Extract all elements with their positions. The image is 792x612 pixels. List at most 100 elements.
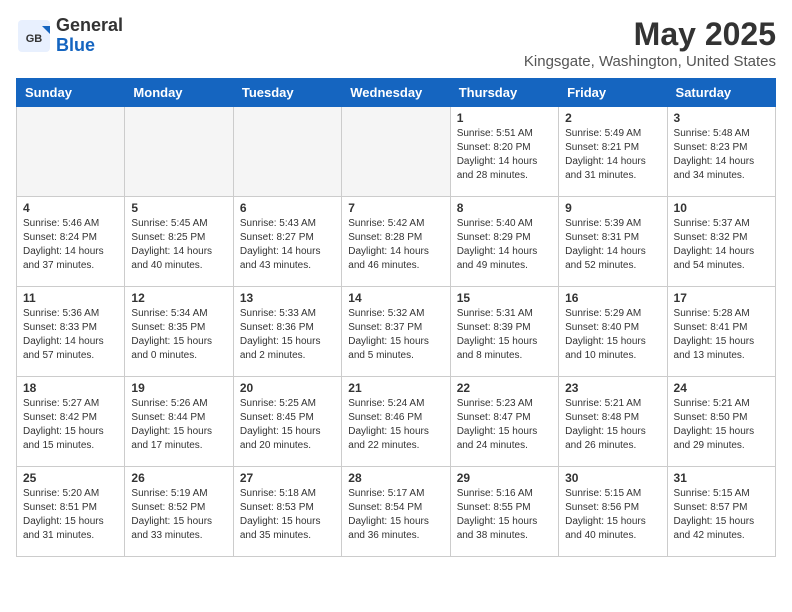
day-number: 25 bbox=[23, 471, 118, 485]
header-thursday: Thursday bbox=[450, 79, 558, 107]
day-info: Sunrise: 5:36 AM Sunset: 8:33 PM Dayligh… bbox=[23, 307, 118, 363]
table-row: 21 Sunrise: 5:24 AM Sunset: 8:46 PM Dayli… bbox=[342, 377, 450, 467]
table-row: 30Sunrise: 5:15 AM Sunset: 8:56 PM Dayli… bbox=[559, 467, 667, 557]
calendar-header-row: Sunday Monday Tuesday Wednesday Thursday… bbox=[17, 79, 776, 107]
header-monday: Monday bbox=[125, 79, 233, 107]
calendar-week-1: 1 Sunrise: 5:51 AM Sunset: 8:20 PM Daylig… bbox=[17, 107, 776, 197]
calendar-week-3: 11Sunrise: 5:36 AM Sunset: 8:33 PM Dayli… bbox=[17, 287, 776, 377]
table-row: 13 Sunrise: 5:33 AM Sunset: 8:36 PM Dayli… bbox=[233, 287, 341, 377]
table-row: 7Sunrise: 5:42 AM Sunset: 8:28 PM Daylig… bbox=[342, 197, 450, 287]
table-row: 26 Sunrise: 5:19 AM Sunset: 8:52 PM Dayli… bbox=[125, 467, 233, 557]
day-info: Sunrise: 5:48 AM Sunset: 8:23 PM Dayligh… bbox=[674, 127, 769, 183]
day-info: Sunrise: 5:37 AM Sunset: 8:32 PM Dayligh… bbox=[674, 217, 769, 273]
day-number: 21 bbox=[348, 381, 443, 395]
day-info: Sunrise: 5:43 AM Sunset: 8:27 PM Dayligh… bbox=[240, 217, 335, 273]
calendar-week-2: 4Sunrise: 5:46 AM Sunset: 8:24 PM Daylig… bbox=[17, 197, 776, 287]
day-number: 15 bbox=[457, 291, 552, 305]
day-info: Sunrise: 5:17 AM Sunset: 8:54 PM Dayligh… bbox=[348, 487, 443, 543]
table-row: 15 Sunrise: 5:31 AM Sunset: 8:39 PM Dayli… bbox=[450, 287, 558, 377]
day-info: Sunrise: 5:21 AM Sunset: 8:48 PM Dayligh… bbox=[565, 397, 660, 453]
page-header: GB General Blue May 2025 Kingsgate, Wash… bbox=[16, 16, 776, 70]
table-row: 24 Sunrise: 5:21 AM Sunset: 8:50 PM Dayli… bbox=[667, 377, 775, 467]
logo-icon: GB bbox=[16, 18, 52, 54]
day-info: Sunrise: 5:31 AM Sunset: 8:39 PM Dayligh… bbox=[457, 307, 552, 363]
day-number: 28 bbox=[348, 471, 443, 485]
calendar-table: Sunday Monday Tuesday Wednesday Thursday… bbox=[16, 78, 776, 557]
day-info: Sunrise: 5:18 AM Sunset: 8:53 PM Dayligh… bbox=[240, 487, 335, 543]
day-number: 12 bbox=[131, 291, 226, 305]
day-number: 16 bbox=[565, 291, 660, 305]
table-row: 29Sunrise: 5:16 AM Sunset: 8:55 PM Dayli… bbox=[450, 467, 558, 557]
day-info: Sunrise: 5:20 AM Sunset: 8:51 PM Dayligh… bbox=[23, 487, 118, 543]
location: Kingsgate, Washington, United States bbox=[524, 53, 776, 70]
day-info: Sunrise: 5:49 AM Sunset: 8:21 PM Dayligh… bbox=[565, 127, 660, 183]
table-row: 18 Sunrise: 5:27 AM Sunset: 8:42 PM Dayli… bbox=[17, 377, 125, 467]
header-saturday: Saturday bbox=[667, 79, 775, 107]
day-number: 1 bbox=[457, 111, 552, 125]
table-row: 11Sunrise: 5:36 AM Sunset: 8:33 PM Dayli… bbox=[17, 287, 125, 377]
day-info: Sunrise: 5:21 AM Sunset: 8:50 PM Dayligh… bbox=[674, 397, 769, 453]
table-row: 23Sunrise: 5:21 AM Sunset: 8:48 PM Dayli… bbox=[559, 377, 667, 467]
logo-general-text: General bbox=[56, 15, 123, 35]
day-number: 13 bbox=[240, 291, 335, 305]
table-row bbox=[233, 107, 341, 197]
day-info: Sunrise: 5:25 AM Sunset: 8:45 PM Dayligh… bbox=[240, 397, 335, 453]
table-row: 31Sunrise: 5:15 AM Sunset: 8:57 PM Dayli… bbox=[667, 467, 775, 557]
table-row: 12 Sunrise: 5:34 AM Sunset: 8:35 PM Dayli… bbox=[125, 287, 233, 377]
day-number: 27 bbox=[240, 471, 335, 485]
table-row: 8 Sunrise: 5:40 AM Sunset: 8:29 PM Daylig… bbox=[450, 197, 558, 287]
day-number: 26 bbox=[131, 471, 226, 485]
header-friday: Friday bbox=[559, 79, 667, 107]
day-info: Sunrise: 5:45 AM Sunset: 8:25 PM Dayligh… bbox=[131, 217, 226, 273]
day-number: 19 bbox=[131, 381, 226, 395]
table-row: 3 Sunrise: 5:48 AM Sunset: 8:23 PM Daylig… bbox=[667, 107, 775, 197]
day-info: Sunrise: 5:23 AM Sunset: 8:47 PM Dayligh… bbox=[457, 397, 552, 453]
table-row: 10 Sunrise: 5:37 AM Sunset: 8:32 PM Dayli… bbox=[667, 197, 775, 287]
header-wednesday: Wednesday bbox=[342, 79, 450, 107]
day-info: Sunrise: 5:27 AM Sunset: 8:42 PM Dayligh… bbox=[23, 397, 118, 453]
day-info: Sunrise: 5:33 AM Sunset: 8:36 PM Dayligh… bbox=[240, 307, 335, 363]
day-number: 4 bbox=[23, 201, 118, 215]
day-number: 14 bbox=[348, 291, 443, 305]
day-number: 3 bbox=[674, 111, 769, 125]
table-row: 16 Sunrise: 5:29 AM Sunset: 8:40 PM Dayli… bbox=[559, 287, 667, 377]
day-info: Sunrise: 5:28 AM Sunset: 8:41 PM Dayligh… bbox=[674, 307, 769, 363]
day-number: 22 bbox=[457, 381, 552, 395]
day-info: Sunrise: 5:29 AM Sunset: 8:40 PM Dayligh… bbox=[565, 307, 660, 363]
table-row bbox=[125, 107, 233, 197]
day-number: 2 bbox=[565, 111, 660, 125]
day-number: 5 bbox=[131, 201, 226, 215]
day-info: Sunrise: 5:24 AM Sunset: 8:46 PM Dayligh… bbox=[348, 397, 443, 453]
day-info: Sunrise: 5:51 AM Sunset: 8:20 PM Dayligh… bbox=[457, 127, 552, 183]
table-row: 25 Sunrise: 5:20 AM Sunset: 8:51 PM Dayli… bbox=[17, 467, 125, 557]
day-number: 24 bbox=[674, 381, 769, 395]
table-row: 6Sunrise: 5:43 AM Sunset: 8:27 PM Daylig… bbox=[233, 197, 341, 287]
day-number: 30 bbox=[565, 471, 660, 485]
day-info: Sunrise: 5:15 AM Sunset: 8:57 PM Dayligh… bbox=[674, 487, 769, 543]
table-row: 2 Sunrise: 5:49 AM Sunset: 8:21 PM Daylig… bbox=[559, 107, 667, 197]
table-row: 28 Sunrise: 5:17 AM Sunset: 8:54 PM Dayli… bbox=[342, 467, 450, 557]
table-row: 1 Sunrise: 5:51 AM Sunset: 8:20 PM Daylig… bbox=[450, 107, 558, 197]
table-row: 17Sunrise: 5:28 AM Sunset: 8:41 PM Dayli… bbox=[667, 287, 775, 377]
calendar-week-4: 18 Sunrise: 5:27 AM Sunset: 8:42 PM Dayli… bbox=[17, 377, 776, 467]
table-row: 4Sunrise: 5:46 AM Sunset: 8:24 PM Daylig… bbox=[17, 197, 125, 287]
day-number: 8 bbox=[457, 201, 552, 215]
day-number: 18 bbox=[23, 381, 118, 395]
calendar-week-5: 25 Sunrise: 5:20 AM Sunset: 8:51 PM Dayli… bbox=[17, 467, 776, 557]
table-row: 20Sunrise: 5:25 AM Sunset: 8:45 PM Dayli… bbox=[233, 377, 341, 467]
month-title: May 2025 bbox=[524, 16, 776, 53]
day-info: Sunrise: 5:40 AM Sunset: 8:29 PM Dayligh… bbox=[457, 217, 552, 273]
day-info: Sunrise: 5:42 AM Sunset: 8:28 PM Dayligh… bbox=[348, 217, 443, 273]
table-row: 9Sunrise: 5:39 AM Sunset: 8:31 PM Daylig… bbox=[559, 197, 667, 287]
day-info: Sunrise: 5:39 AM Sunset: 8:31 PM Dayligh… bbox=[565, 217, 660, 273]
day-number: 10 bbox=[674, 201, 769, 215]
svg-text:GB: GB bbox=[26, 33, 43, 45]
day-info: Sunrise: 5:19 AM Sunset: 8:52 PM Dayligh… bbox=[131, 487, 226, 543]
table-row: 19 Sunrise: 5:26 AM Sunset: 8:44 PM Dayli… bbox=[125, 377, 233, 467]
day-info: Sunrise: 5:32 AM Sunset: 8:37 PM Dayligh… bbox=[348, 307, 443, 363]
table-row: 14 Sunrise: 5:32 AM Sunset: 8:37 PM Dayli… bbox=[342, 287, 450, 377]
title-block: May 2025 Kingsgate, Washington, United S… bbox=[524, 16, 776, 70]
day-info: Sunrise: 5:34 AM Sunset: 8:35 PM Dayligh… bbox=[131, 307, 226, 363]
table-row bbox=[342, 107, 450, 197]
day-info: Sunrise: 5:26 AM Sunset: 8:44 PM Dayligh… bbox=[131, 397, 226, 453]
